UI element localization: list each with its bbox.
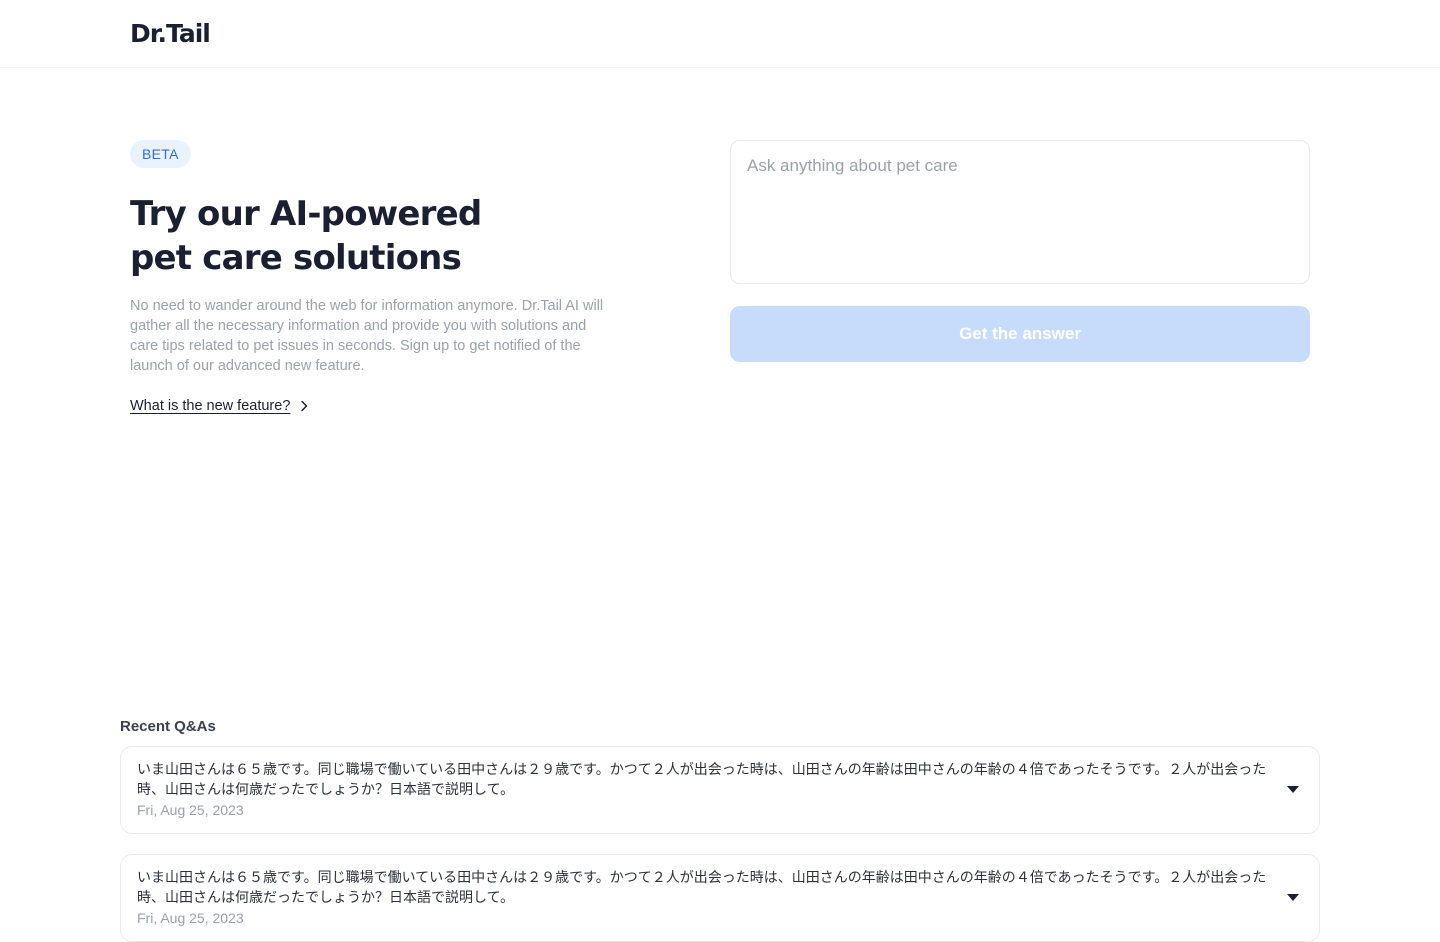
get-answer-button[interactable]: Get the answer xyxy=(730,306,1310,362)
hero-title-line-2: pet care solutions xyxy=(130,238,462,278)
qa-item[interactable]: いま山田さんは６５歳です。同じ職場で働いている田中さんは２９歳です。かつて２人が… xyxy=(120,746,1320,834)
recent-qas-heading: Recent Q&As xyxy=(120,718,216,735)
qa-item[interactable]: いま山田さんは６５歳です。同じ職場で働いている田中さんは２９歳です。かつて２人が… xyxy=(120,854,1320,942)
qa-question: いま山田さんは６５歳です。同じ職場で働いている田中さんは２９歳です。かつて２人が… xyxy=(137,762,1267,798)
qa-date: Fri, Aug 25, 2023 xyxy=(137,802,244,818)
hero-title-line-1: Try our AI-powered xyxy=(130,194,482,234)
qa-question: いま山田さんは６５歳です。同じ職場で働いている田中さんは２９歳です。かつて２人が… xyxy=(137,870,1267,906)
new-feature-link-label: What is the new feature? xyxy=(130,398,291,414)
hero-description: No need to wander around the web for inf… xyxy=(130,298,604,374)
caret-down-icon[interactable] xyxy=(1287,786,1299,793)
question-input[interactable] xyxy=(730,140,1310,284)
site-header: Dr.Tail xyxy=(0,0,1440,68)
new-feature-link[interactable]: What is the new feature? xyxy=(130,398,310,414)
chevron-right-icon xyxy=(301,400,308,412)
dr-tail-logo[interactable]: Dr.Tail xyxy=(130,19,211,49)
beta-badge: BETA xyxy=(130,140,191,168)
qa-date: Fri, Aug 25, 2023 xyxy=(137,910,244,926)
hero-title: Try our AI-powered pet care solutions xyxy=(130,192,650,280)
